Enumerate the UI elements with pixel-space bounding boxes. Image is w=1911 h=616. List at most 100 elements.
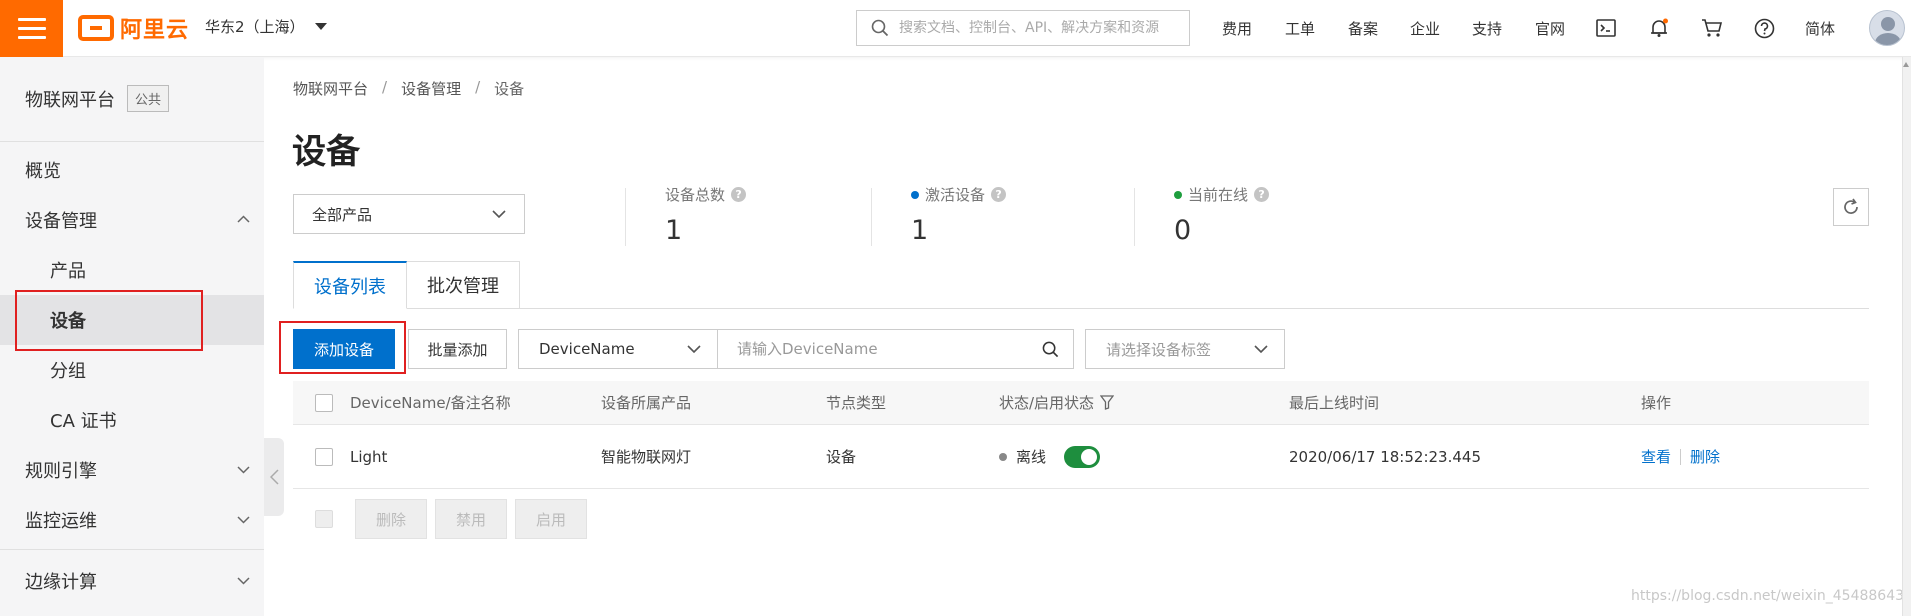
breadcrumb-item-device-management[interactable]: 设备管理: [401, 78, 461, 99]
caret-down-icon: [314, 23, 327, 30]
language-switch[interactable]: 简体: [1805, 0, 1835, 57]
sidebar-item-label: 设备管理: [25, 211, 97, 232]
delete-link[interactable]: 删除: [1690, 446, 1720, 467]
green-dot-icon: [1174, 190, 1182, 199]
sidebar-item-products[interactable]: 产品: [0, 245, 264, 295]
sidebar-item-device-management[interactable]: 设备管理: [0, 195, 264, 245]
sidebar-item-label: 规则引擎: [25, 461, 97, 482]
bulk-select-checkbox[interactable]: [315, 510, 333, 528]
stat-divider: [1134, 188, 1135, 246]
region-selector[interactable]: 华东2（上海）: [205, 16, 327, 37]
table-header: DeviceName/备注名称 设备所属产品 节点类型 状态/启用状态 最后上线…: [293, 381, 1869, 425]
terminal-icon[interactable]: [1592, 14, 1620, 42]
sidebar-item-rule-engine[interactable]: 规则引擎: [0, 445, 264, 495]
stat-total-devices: 设备总数? 1: [665, 184, 747, 246]
device-name-search[interactable]: [717, 329, 1074, 369]
sidebar-collapse-toggle[interactable]: [264, 438, 284, 516]
cell-product: 智能物联网灯: [601, 448, 692, 466]
nav-fees[interactable]: 费用: [1222, 0, 1252, 57]
help-circle-icon[interactable]: ?: [1254, 187, 1270, 202]
column-header-status: 状态/启用状态: [999, 381, 1115, 424]
page-scrollbar[interactable]: [1902, 57, 1911, 616]
aliyun-logo-text: 阿里云: [120, 18, 190, 43]
aliyun-logo[interactable]: 阿里云: [78, 13, 189, 43]
chevron-down-icon: [492, 209, 506, 218]
help-icon[interactable]: [1750, 14, 1778, 42]
watermark-text: https://blog.csdn.net/weixin_45488643: [1631, 588, 1905, 604]
highlight-box-devices: [15, 290, 203, 351]
tab-device-list[interactable]: 设备列表: [293, 261, 407, 309]
device-name-search-input[interactable]: [737, 340, 1037, 358]
select-all-checkbox[interactable]: [315, 393, 333, 412]
view-link[interactable]: 查看: [1641, 446, 1671, 467]
help-circle-icon[interactable]: ?: [991, 187, 1007, 202]
cell-status: 离线: [999, 425, 1101, 488]
tab-batch-management[interactable]: 批次管理: [406, 261, 520, 309]
nav-support[interactable]: 支持: [1472, 0, 1502, 57]
bulk-delete-button[interactable]: 删除: [355, 499, 427, 539]
table-row: Light 智能物联网灯 设备 离线 2020/06/17 18:52:23.4…: [293, 425, 1869, 489]
row-checkbox[interactable]: [315, 447, 333, 466]
status-text: 离线: [1016, 448, 1047, 466]
chevron-down-icon: [237, 466, 250, 474]
chevron-down-icon: [687, 344, 701, 353]
chevron-left-icon: [269, 469, 279, 485]
search-field-select[interactable]: DeviceName: [518, 329, 718, 369]
stat-value: 0: [1174, 215, 1192, 246]
enable-toggle[interactable]: [1064, 445, 1101, 468]
offline-dot-icon: [999, 452, 1007, 461]
sidebar-item-label: 产品: [50, 261, 86, 282]
sidebar-item-label: 分组: [50, 361, 86, 382]
bell-icon[interactable]: [1645, 14, 1673, 42]
nav-tickets[interactable]: 工单: [1285, 0, 1315, 57]
global-search[interactable]: [856, 10, 1190, 46]
search-icon: [871, 19, 889, 37]
sidebar-item-groups[interactable]: 分组: [0, 345, 264, 395]
filter-icon[interactable]: [1100, 395, 1115, 410]
sidebar-item-label: 概览: [25, 161, 61, 182]
cell-device-name: Light: [350, 447, 388, 466]
stat-activated-devices: 激活设备? 1: [911, 184, 1007, 246]
sidebar-header: 物联网平台 公共: [25, 85, 170, 112]
stat-online-devices: 当前在线? 0: [1174, 184, 1270, 246]
sidebar-item-overview[interactable]: 概览: [0, 145, 264, 195]
search-field-value: DeviceName: [539, 340, 635, 358]
top-navbar: 阿里云 华东2（上海） 费用 工单 备案 企业 支持 官网 简体: [0, 0, 1911, 57]
hamburger-menu-icon[interactable]: [0, 0, 63, 57]
breadcrumb-item-current: 设备: [494, 80, 525, 98]
stat-label-row: 设备总数?: [665, 184, 747, 205]
stat-value: 1: [911, 215, 929, 246]
batch-add-button[interactable]: 批量添加: [408, 329, 507, 369]
scroll-up-arrow-icon[interactable]: [1903, 62, 1909, 67]
nav-icp[interactable]: 备案: [1348, 0, 1378, 57]
stat-label-row: 当前在线?: [1174, 184, 1270, 205]
breadcrumb-separator: /: [382, 78, 388, 96]
breadcrumb-item-iot-platform[interactable]: 物联网平台: [293, 78, 368, 99]
column-header-actions: 操作: [1641, 394, 1672, 412]
global-search-input[interactable]: [899, 20, 1179, 36]
region-label: 华东2（上海）: [205, 18, 305, 36]
user-avatar[interactable]: [1869, 10, 1905, 46]
sidebar-divider: [0, 549, 264, 550]
sidebar-divider: [0, 141, 264, 142]
help-circle-icon[interactable]: ?: [731, 187, 747, 202]
sidebar-item-monitoring[interactable]: 监控运维: [0, 495, 264, 545]
sidebar-item-edge-computing[interactable]: 边缘计算: [0, 556, 264, 606]
tab-bar: 设备列表 批次管理: [293, 261, 520, 309]
nav-website[interactable]: 官网: [1535, 0, 1565, 57]
chevron-up-icon: [237, 215, 250, 223]
product-filter-select[interactable]: 全部产品: [293, 194, 525, 234]
cart-icon[interactable]: [1698, 14, 1726, 42]
refresh-button[interactable]: [1833, 188, 1869, 226]
nav-enterprise[interactable]: 企业: [1410, 0, 1440, 57]
search-icon[interactable]: [1042, 341, 1059, 358]
column-header-device-name: DeviceName/备注名称: [350, 394, 511, 412]
sidebar-item-ca-certificate[interactable]: CA 证书: [0, 395, 264, 445]
chevron-down-icon: [237, 516, 250, 524]
device-tag-select[interactable]: 请选择设备标签: [1085, 329, 1285, 369]
bulk-disable-button[interactable]: 禁用: [435, 499, 507, 539]
sidebar-item-label: CA 证书: [50, 411, 117, 432]
bulk-enable-button[interactable]: 启用: [515, 499, 587, 539]
stat-divider: [625, 188, 626, 246]
action-separator: [1680, 448, 1682, 465]
